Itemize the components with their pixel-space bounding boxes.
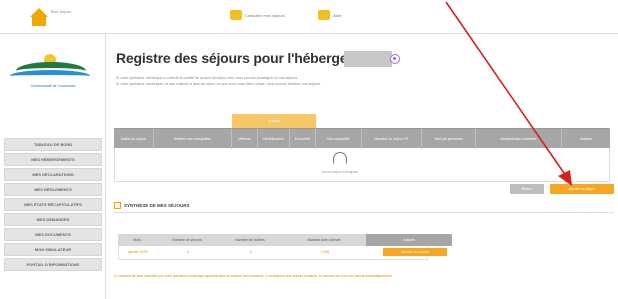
org-caption: Communauté de Communes bbox=[30, 84, 76, 88]
summary-col-actions: Actions bbox=[366, 234, 452, 246]
nights-group-header: Nuitées bbox=[232, 114, 316, 128]
col-minors: Mineurs bbox=[232, 129, 258, 149]
accommodation-name-redacted bbox=[344, 51, 392, 67]
declare-amount-button[interactable]: Déclarer le montant bbox=[383, 248, 447, 256]
summary-month: janvier 2024 bbox=[128, 250, 148, 254]
summary-section-title: SYNTHÈSE DE MES SÉJOURS bbox=[114, 202, 190, 209]
top-link-help[interactable]: Aide bbox=[318, 10, 341, 20]
summary-nights: 0 bbox=[250, 250, 252, 254]
col-rate: Tarif par personne bbox=[422, 129, 476, 149]
subtitle-line-1: Si votre opérateur numérique a collecté … bbox=[116, 76, 299, 80]
top-bar: Taxe Séjour Consulter mes séjours Aide bbox=[0, 0, 618, 34]
summary-table: Mois Nombre de séjours Nombre de nuitées… bbox=[118, 234, 452, 260]
organization-logo: Communauté de Communes bbox=[8, 40, 92, 96]
sidebar-item-dashboard[interactable]: TABLEAU DE BORD bbox=[4, 138, 102, 151]
sidebar-item-payments[interactable]: MES RÈGLEMENTS bbox=[4, 183, 102, 196]
main-content: Registre des séjours pour l'hébergement … bbox=[112, 34, 618, 299]
subtitle-line-2: Si votre opérateur numérique n'a pas col… bbox=[116, 82, 322, 86]
col-tax-collected: Montant taxe collectée bbox=[476, 129, 562, 149]
empty-box-icon bbox=[333, 152, 347, 164]
col-not-subject: Non assujettis bbox=[316, 129, 362, 149]
sidebar-item-statements[interactable]: MES ÉTATS RÉCAPITULATIFS bbox=[4, 198, 102, 211]
stays-table: Nuitées Dates du séjour Nuitées non assu… bbox=[114, 114, 610, 182]
calendar-icon bbox=[230, 10, 242, 20]
logo-text: Taxe Séjour bbox=[50, 9, 72, 14]
summary-col-nights: Nombre de nuitées bbox=[235, 238, 265, 242]
col-actions: Actions bbox=[580, 137, 592, 141]
summary-header: Mois Nombre de séjours Nombre de nuitées… bbox=[118, 234, 452, 246]
col-dates: Dates du séjour bbox=[114, 129, 154, 149]
table-empty-state: Aucun séjour enregistré bbox=[114, 148, 610, 182]
summary-col-stays: Nombre de séjours bbox=[172, 238, 202, 242]
col-non-taxable: Nuitées non assujetties bbox=[154, 129, 232, 149]
summary-amount: 0,00€ bbox=[320, 250, 330, 254]
summary-stays: 0 bbox=[187, 250, 189, 254]
divider bbox=[114, 212, 614, 213]
sidebar-nav: TABLEAU DE BORD MES HÉBERGEMENTS MES DÉC… bbox=[4, 138, 102, 273]
sidebar-item-simulator[interactable]: MON SIMULATEUR bbox=[4, 243, 102, 256]
col-beneficiaries: Bénéficiaires bbox=[258, 129, 290, 149]
summary-col-month: Mois bbox=[133, 238, 141, 242]
back-button[interactable]: Retour bbox=[510, 184, 544, 194]
sidebar-item-info-portal[interactable]: PORTAIL D'INFORMATIONS bbox=[4, 258, 102, 271]
sidebar: Communauté de Communes TABLEAU DE BORD M… bbox=[0, 34, 106, 299]
accommodation-selector-icon[interactable] bbox=[390, 54, 400, 64]
sidebar-item-declarations[interactable]: MES DÉCLARATIONS bbox=[4, 168, 102, 181]
col-stay-amount: Montant de séjour HT bbox=[362, 129, 422, 149]
help-icon bbox=[318, 10, 330, 20]
footnote: Le montant de taxe collectée par votre o… bbox=[114, 274, 393, 278]
summary-col-amount: Montant taxe collecté bbox=[307, 238, 341, 242]
top-link-stays[interactable]: Consulter mes séjours bbox=[230, 10, 285, 20]
col-exempt: Exonérés bbox=[290, 129, 316, 149]
section-icon bbox=[114, 202, 121, 209]
sidebar-item-accommodations[interactable]: MES HÉBERGEMENTS bbox=[4, 153, 102, 166]
table-header: Dates du séjour Nuitées non assujetties … bbox=[114, 128, 610, 149]
app-logo[interactable]: Taxe Séjour bbox=[30, 8, 78, 30]
empty-message: Aucun séjour enregistré bbox=[322, 170, 358, 174]
sidebar-item-requests[interactable]: MES DEMANDES bbox=[4, 213, 102, 226]
table-row: janvier 2024 0 0 0,00€ Déclarer le monta… bbox=[118, 246, 447, 260]
add-stay-button[interactable]: Ajouter un séjour bbox=[550, 184, 614, 194]
sidebar-item-documents[interactable]: MES DOCUMENTS bbox=[4, 228, 102, 241]
